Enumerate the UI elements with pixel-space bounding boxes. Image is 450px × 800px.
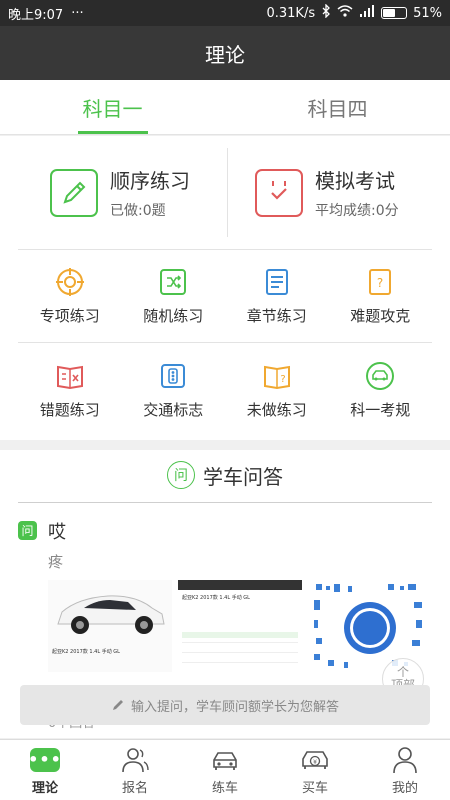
person-icon (390, 745, 420, 775)
car-photo (57, 595, 165, 634)
grid-label: 随机练习 (143, 306, 204, 325)
wifi-icon (337, 5, 353, 21)
battery-fill (383, 9, 396, 17)
unanswered-practice-button[interactable]: ? 未做练习 (225, 344, 329, 437)
bottom-nav-mine[interactable]: 我的 (360, 740, 450, 800)
qa-header: 问 学车问答 (0, 450, 450, 500)
grid-label: 交通标志 (143, 401, 204, 419)
wrong-book-icon (56, 365, 83, 390)
bluetooth-icon (321, 3, 331, 22)
practice-grid-row-1: 专项练习 随机练习 章节练习 ? 难题攻克 (18, 250, 432, 343)
bottom-nav-practice-driving[interactable]: 练车 (180, 740, 270, 800)
page-title: 理论 (205, 42, 245, 67)
subject-tabs: 科目一 科目四 (0, 80, 450, 135)
hard-questions-button[interactable]: ? 难题攻克 (329, 250, 433, 342)
network-speed: 0.31K/s (266, 5, 316, 21)
thumb-caption: 起亚K2 2017款 1.4L 手动 GL (182, 595, 250, 601)
nav-bar: 理论 (0, 26, 450, 80)
bottom-nav-label: 练车 (211, 780, 238, 796)
sheet-row-line (182, 662, 298, 663)
battery-icon (381, 7, 408, 19)
sheet-row-line (182, 652, 298, 653)
bottom-nav-label: 我的 (391, 780, 418, 796)
mock-exam-score: 平均成绩:0分 (315, 203, 399, 219)
tab-subject-four[interactable]: 科目四 (225, 80, 450, 134)
grid-label: 专项练习 (39, 306, 100, 325)
thumb-caption: 起亚K2 2017款 1.4L 手动 GL (52, 649, 120, 655)
question-body[interactable]: 疼 (48, 551, 63, 572)
practice-grid-row-2: 错题练习 交通标志 ? 未做练习 科一考规 (18, 344, 432, 437)
sequential-practice-count: 已做:0题 (110, 203, 166, 219)
chapter-practice-button[interactable]: 章节练习 (225, 250, 329, 342)
car-yen-icon: ¥ (300, 745, 330, 775)
wrong-questions-button[interactable]: 错题练习 (18, 344, 122, 437)
special-practice-button[interactable]: 专项练习 (18, 250, 122, 342)
grid-label: 未做练习 (246, 401, 307, 419)
traffic-signs-button[interactable]: 交通标志 (122, 344, 226, 437)
mock-exam-title: 模拟考试 (315, 169, 395, 193)
main-practice-row: 顺序练习 已做:0题 模拟考试 平均成绩:0分 (18, 136, 432, 250)
battery-percent: 51% (413, 5, 442, 21)
question-image-car-white[interactable]: 起亚K2 2017款 1.4L 手动 GL (48, 580, 172, 672)
sheet-header-strip (178, 580, 302, 590)
question-image-price-sheet[interactable]: 起亚K2 2017款 1.4L 手动 GL (178, 580, 302, 672)
qr-code-icon (314, 584, 422, 668)
bottom-nav-theory[interactable]: ••• 理论 (0, 740, 90, 800)
target-icon (55, 267, 84, 296)
car-front-icon (210, 745, 240, 775)
status-notification-dots: ··· (71, 5, 84, 21)
svg-text:¥: ¥ (313, 759, 317, 766)
qa-title: 学车问答 (203, 464, 283, 489)
bottom-nav-label: 买车 (301, 780, 328, 796)
notebook-icon (265, 268, 288, 295)
pencil-icon (50, 168, 98, 217)
question-book-icon: ? (263, 365, 290, 390)
bottom-nav-buy-car[interactable]: ¥ 买车 (270, 740, 360, 800)
mock-exam-button[interactable]: 模拟考试 平均成绩:0分 (227, 148, 432, 237)
divider (18, 502, 432, 503)
signal-icon (359, 5, 375, 21)
random-practice-button[interactable]: 随机练习 (122, 250, 226, 342)
question-title[interactable]: 哎 (48, 518, 66, 544)
ask-question-input[interactable]: 输入提问，学车顾问额学长为您解答 (20, 685, 430, 725)
shuffle-icon (160, 268, 187, 295)
status-bar: 晚上9:07 ··· 0.31K/s 51% (0, 0, 450, 26)
ask-question-placeholder: 输入提问，学车顾问额学长为您解答 (130, 699, 339, 715)
car-icon (366, 362, 395, 390)
sheet-highlight-row (182, 632, 298, 638)
sequential-practice-title: 顺序练习 (110, 169, 190, 193)
bottom-nav-label: 理论 (31, 780, 58, 796)
chat-dots-icon: ••• (28, 745, 61, 775)
question-doc-icon: ? (369, 268, 392, 295)
question-image-qr-code[interactable] (308, 580, 432, 672)
bottom-nav-label: 报名 (121, 780, 148, 796)
bottom-nav-enroll[interactable]: 报名 (90, 740, 180, 800)
sequential-practice-button[interactable]: 顺序练习 已做:0题 (18, 136, 227, 249)
grid-label: 难题攻克 (350, 306, 411, 325)
svg-text:?: ? (377, 276, 383, 290)
pencil-icon (112, 700, 123, 710)
bottom-nav: ••• 理论 报名 练车 ¥ 买车 我的 (0, 739, 450, 800)
exam-rules-button[interactable]: 科一考规 (329, 344, 433, 437)
grid-label: 章节练习 (246, 306, 307, 325)
traffic-light-icon (161, 364, 186, 388)
status-time: 晚上9:07 (8, 7, 64, 23)
qa-bubble-icon: 问 (167, 461, 195, 489)
people-icon (120, 745, 150, 775)
sheet-row-line (182, 642, 298, 643)
question-badge: 问 (18, 521, 37, 540)
svg-text:?: ? (280, 374, 285, 385)
exam-paper-icon (255, 168, 303, 217)
practice-panel: 顺序练习 已做:0题 模拟考试 平均成绩:0分 专项练习 随机练习 章节练习 ?… (0, 136, 450, 440)
grid-label: 错题练习 (39, 401, 100, 419)
tab-subject-one[interactable]: 科目一 (0, 80, 225, 134)
grid-label: 科一考规 (350, 401, 411, 419)
